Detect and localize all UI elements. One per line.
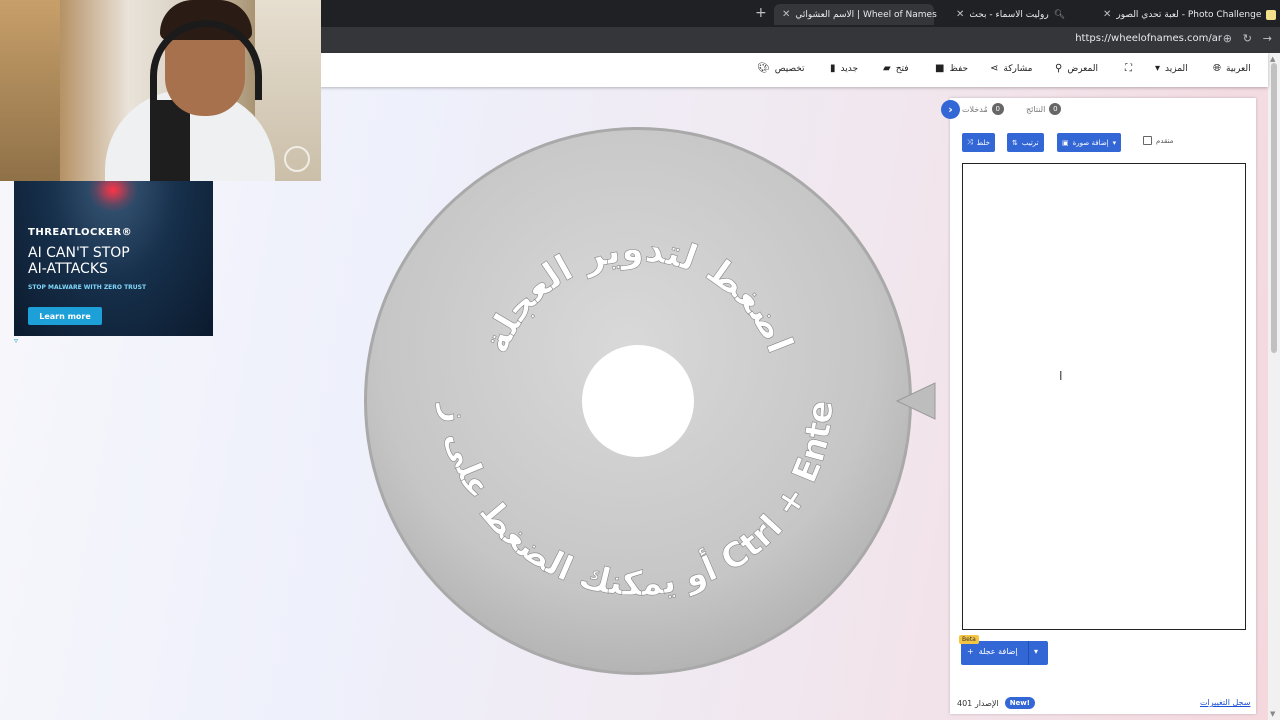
- ad-subline: STOP MALWARE WITH ZERO TRUST: [28, 284, 147, 291]
- new-button[interactable]: ▮ جديد: [830, 63, 858, 74]
- text-cursor-icon: I: [1059, 369, 1063, 383]
- wheel-pointer-icon: [895, 382, 936, 420]
- share-button[interactable]: ⋖ مشاركة: [990, 63, 1032, 74]
- entries-textarea[interactable]: I: [962, 163, 1246, 630]
- favicon-icon: [1266, 9, 1277, 20]
- shuffle-button[interactable]: ⤨ خلط: [962, 133, 995, 152]
- channel-logo-icon: [284, 146, 310, 172]
- open-button[interactable]: ▰ فتح: [883, 63, 909, 74]
- save-button[interactable]: ■ حفظ: [935, 63, 968, 74]
- tab-results[interactable]: النتائج 0: [1026, 103, 1062, 115]
- app-toolbar: 🎨︎ تخصيص ▮ جديد ▰ فتح ■ حفظ ⋖ مشاركة ⚲ ا…: [320, 53, 1268, 87]
- folder-icon: ▰: [883, 63, 891, 74]
- changelog-link[interactable]: سجل التغييرات: [1200, 698, 1250, 707]
- scroll-down-icon[interactable]: ▼: [1270, 710, 1275, 718]
- sort-icon: ⇅: [1012, 138, 1018, 147]
- advanced-toggle[interactable]: متقدم: [1143, 136, 1173, 145]
- share-icon: ⋖: [990, 63, 999, 74]
- site-info-icon[interactable]: ⊕: [1223, 32, 1232, 45]
- image-icon: ▣: [1062, 138, 1069, 147]
- ad-learn-more-button[interactable]: Learn more: [28, 307, 102, 325]
- sort-button[interactable]: ⇅ ترتيب: [1007, 133, 1044, 152]
- fullscreen-icon: ⛶: [1125, 63, 1132, 74]
- plus-icon: +: [967, 647, 974, 656]
- close-tab-icon[interactable]: ✕: [782, 9, 790, 20]
- globe-icon: 🌐︎: [1213, 63, 1221, 74]
- search-icon: ⚲: [1055, 63, 1063, 74]
- version-info: الإصدار 401 New!: [957, 697, 1035, 709]
- file-icon: ▮: [830, 63, 836, 74]
- ad-choices-icon[interactable]: ▿: [14, 336, 18, 345]
- entries-panel: › مُدخلات 0 النتائج 0 ⤨ خلط ⇅ ترتيب ▣ إض…: [941, 98, 1256, 714]
- add-image-button[interactable]: ▣ إضافة صورة ▾: [1057, 133, 1122, 152]
- collapse-panel-button[interactable]: ›: [941, 100, 960, 119]
- url-field[interactable]: https://wheelofnames.com/ar: [1075, 33, 1222, 44]
- fullscreen-button[interactable]: ⛶: [1125, 63, 1132, 74]
- wheel-center-hub[interactable]: [582, 345, 694, 457]
- more-menu[interactable]: ▾ المزيد: [1155, 63, 1188, 74]
- save-icon: ■: [935, 63, 945, 74]
- tab-label: روليت الاسماء - بحث: [969, 9, 1049, 20]
- tab-entries[interactable]: مُدخلات 0: [962, 103, 1004, 115]
- microphone-icon: [150, 100, 190, 181]
- ad-banner[interactable]: THREATLOCKER® AI CAN'T STOP AI-ATTACKS S…: [14, 181, 213, 336]
- caret-down-icon[interactable]: ▾: [1034, 647, 1038, 656]
- page-scrollbar[interactable]: ▲ ▼: [1268, 53, 1280, 720]
- close-tab-icon[interactable]: ✕: [1103, 9, 1111, 20]
- spin-wheel[interactable]: اضغط لتدوير العجلة أو يمكنك الضغط على زر…: [362, 125, 914, 677]
- beta-badge: Beta: [959, 635, 979, 644]
- scroll-thumb[interactable]: [1271, 63, 1277, 353]
- scroll-up-icon[interactable]: ▲: [1270, 55, 1275, 63]
- tab-label: لعبة تحدي الصور - Photo Challenge: [1116, 9, 1262, 20]
- caret-down-icon: ▾: [1112, 138, 1117, 147]
- entries-count-badge: 0: [991, 103, 1004, 115]
- tab-label: الاسم العشوائي | Wheel of Names: [795, 9, 937, 20]
- ad-brand: THREATLOCKER®: [28, 227, 133, 238]
- advanced-checkbox[interactable]: [1143, 136, 1152, 145]
- close-tab-icon[interactable]: ✕: [956, 9, 964, 20]
- new-tab-icon[interactable]: +: [755, 5, 767, 21]
- shuffle-icon: ⤨: [967, 138, 973, 146]
- results-count-badge: 0: [1049, 103, 1062, 115]
- add-wheel-button[interactable]: + إضافة عجلة ▾: [961, 641, 1048, 665]
- new-badge: New!: [1004, 697, 1035, 709]
- palette-icon: 🎨︎: [757, 63, 770, 74]
- gallery-button[interactable]: ⚲ المعرض: [1055, 63, 1098, 74]
- caret-down-icon: ▾: [1155, 63, 1161, 74]
- browser-tab-photo-challenge[interactable]: ✕ لعبة تحدي الصور - Photo Challenge: [1095, 4, 1280, 25]
- customize-button[interactable]: 🎨︎ تخصيص: [757, 63, 805, 74]
- ad-headline: AI CAN'T STOP AI-ATTACKS: [28, 245, 130, 277]
- reload-icon[interactable]: ↻: [1243, 32, 1252, 45]
- search-favicon-icon: 🔍︎: [1053, 9, 1066, 20]
- browser-tab-search[interactable]: ✕ روليت الاسماء - بحث 🔍︎: [948, 4, 1072, 25]
- forward-icon[interactable]: →: [1263, 32, 1272, 45]
- browser-tab-wheel-of-names[interactable]: ✕ الاسم العشوائي | Wheel of Names: [774, 4, 937, 25]
- webcam-overlay: [0, 0, 321, 181]
- language-menu[interactable]: 🌐︎ العربية: [1213, 63, 1251, 74]
